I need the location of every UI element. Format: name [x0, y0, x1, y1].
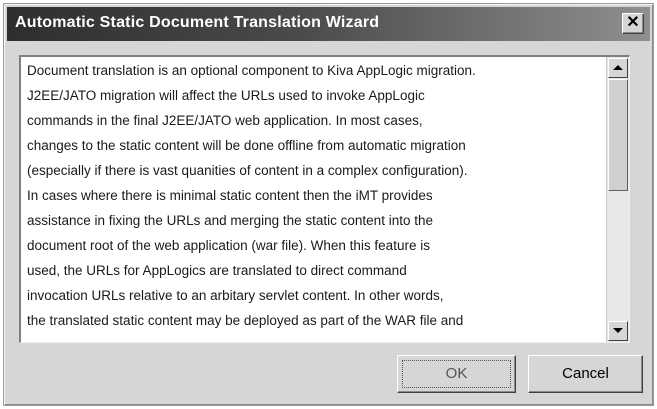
close-button[interactable]: ✕ — [622, 13, 644, 34]
arrow-down-icon — [613, 328, 623, 333]
text-line: invocation URLs relative to an arbitary … — [27, 288, 444, 303]
title-bar[interactable]: Automatic Static Document Translation Wi… — [7, 7, 650, 41]
text-line: J2EE/JATO migration will affect the URLs… — [27, 88, 425, 103]
window-title: Automatic Static Document Translation Wi… — [15, 14, 380, 31]
text-line: commands in the final J2EE/JATO web appl… — [27, 113, 423, 128]
scroll-up-button[interactable] — [608, 58, 628, 78]
text-line: document root of the web application (wa… — [27, 238, 430, 253]
text-line: used, the URLs for AppLogics are transla… — [27, 263, 407, 278]
text-line: assistance in fixing the URLs and mergin… — [27, 213, 433, 228]
text-line: changes to the static content will be do… — [27, 138, 466, 153]
close-icon: ✕ — [626, 14, 640, 31]
description-text-area[interactable]: Document translation is an optional comp… — [19, 55, 630, 343]
text-line: (especially if there is vast quanities o… — [27, 163, 468, 178]
scroll-down-button[interactable] — [608, 321, 628, 341]
scroll-thumb[interactable] — [608, 79, 628, 191]
description-text: Document translation is an optional comp… — [27, 58, 607, 342]
text-line: In cases where there is minimal static c… — [27, 188, 433, 203]
vertical-scrollbar[interactable] — [606, 57, 629, 342]
wizard-dialog: Automatic Static Document Translation Wi… — [3, 3, 654, 406]
arrow-up-icon — [613, 65, 623, 70]
text-line: Document translation is an optional comp… — [27, 63, 476, 78]
text-line: the translated static content may be dep… — [27, 313, 464, 328]
ok-button[interactable]: OK — [397, 355, 516, 393]
cancel-button[interactable]: Cancel — [528, 355, 643, 393]
